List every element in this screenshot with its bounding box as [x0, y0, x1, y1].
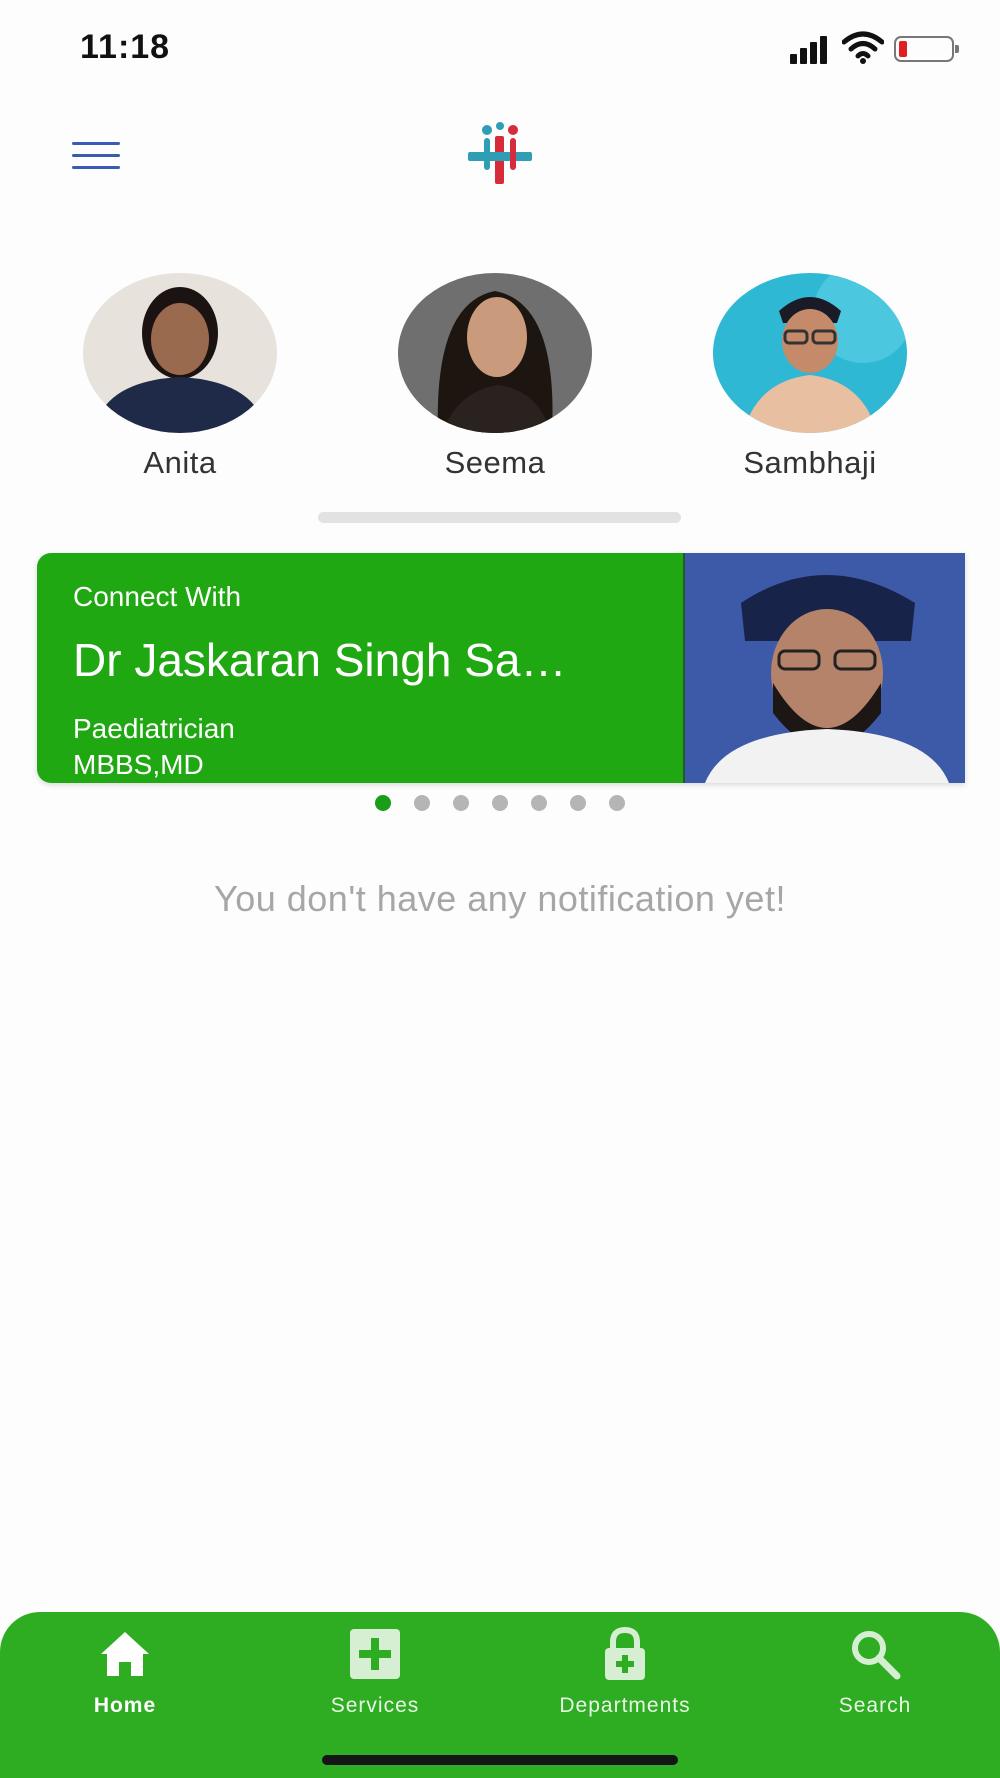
hamburger-menu-icon[interactable] — [72, 140, 122, 170]
bottom-navigation: Home Services Departments Search — [0, 1612, 1000, 1778]
wifi-icon — [842, 31, 884, 64]
carousel-dot[interactable] — [492, 795, 508, 811]
app-logo — [468, 122, 532, 184]
nav-departments[interactable]: Departments — [525, 1626, 725, 1718]
story-sambhaji[interactable]: Sambhaji — [710, 273, 910, 481]
medical-plus-icon — [350, 1629, 400, 1679]
banner-doctor-name: Dr Jaskaran Singh Sa… — [73, 634, 567, 686]
lock-plus-icon — [605, 1626, 645, 1680]
story-name: Anita — [143, 445, 217, 480]
status-bar: 11:18 — [0, 0, 1000, 100]
search-icon — [852, 1631, 901, 1680]
story-seema[interactable]: Seema — [395, 273, 595, 481]
avatar — [398, 273, 592, 433]
home-indicator[interactable] — [322, 1755, 678, 1765]
carousel-dot[interactable] — [609, 795, 625, 811]
carousel-dot[interactable] — [531, 795, 547, 811]
status-time: 11:18 — [80, 28, 171, 66]
banner-text: Connect With Dr Jaskaran Singh Sa… Paedi… — [73, 581, 673, 781]
avatar — [713, 273, 907, 433]
carousel-dot[interactable] — [414, 795, 430, 811]
story-name: Sambhaji — [743, 445, 877, 480]
nav-label: Search — [838, 1694, 912, 1717]
nav-services[interactable]: Services — [275, 1626, 475, 1718]
battery-icon — [894, 36, 959, 62]
banner-degree: MBBS,MD — [73, 749, 204, 780]
doctor-connect-banner[interactable]: Connect With Dr Jaskaran Singh Sa… Paedi… — [37, 553, 965, 783]
nav-home[interactable]: Home — [25, 1626, 225, 1718]
banner-connect-label: Connect With — [73, 581, 242, 612]
carousel-dots — [375, 795, 635, 811]
nav-label: Home — [93, 1694, 157, 1717]
cellular-signal-icon — [790, 34, 832, 64]
story-name: Seema — [444, 445, 546, 480]
carousel-dot[interactable] — [375, 795, 391, 811]
carousel-dot[interactable] — [570, 795, 586, 811]
banner-speciality: Paediatrician — [73, 713, 235, 744]
nav-label: Departments — [559, 1694, 691, 1717]
home-icon — [101, 1632, 149, 1676]
doctor-photo — [683, 553, 965, 783]
nav-search[interactable]: Search — [775, 1626, 975, 1718]
nav-label: Services — [330, 1694, 420, 1717]
story-anita[interactable]: Anita — [80, 273, 280, 481]
empty-notification-message: You don't have any notification yet! — [214, 878, 786, 919]
avatar — [83, 273, 277, 433]
app-screen: 11:18 Anita Seema Sambhaji Connect With … — [0, 0, 1000, 1778]
carousel-dot[interactable] — [453, 795, 469, 811]
stories-scroll-indicator[interactable] — [318, 512, 681, 523]
